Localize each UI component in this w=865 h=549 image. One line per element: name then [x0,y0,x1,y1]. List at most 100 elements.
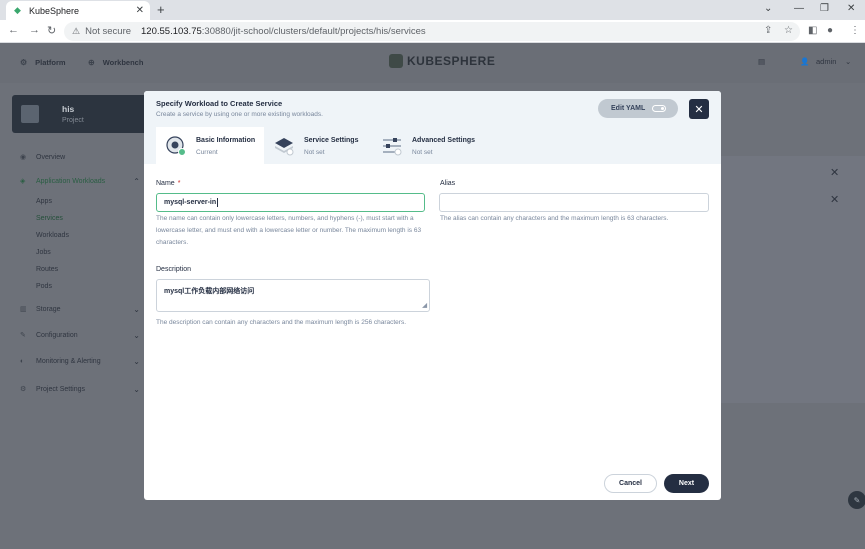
name-input[interactable]: mysql-server-in [156,193,425,212]
sidebar-item-project-settings[interactable]: ⚙ Project Settings ⌄ [20,384,140,394]
browser-tab-title: KubeSphere [29,5,80,16]
logo-mark-icon [389,54,403,68]
sidebar-item-jobs[interactable]: Jobs [36,249,51,256]
step-title: Service Settings [304,137,359,144]
modal-close-button[interactable]: ✕ [689,99,709,119]
description-help-text: The description can contain any characte… [156,319,407,326]
name-input-value: mysql-server-in [164,199,217,206]
window-close-icon[interactable]: ✕ [847,3,855,14]
platform-menu[interactable]: ⚙ Platform [20,58,66,67]
address-bar[interactable]: ⚠ Not secure 120.55.103.75:30880/jit-sch… [64,22,800,41]
project-name: his [62,104,75,114]
create-service-modal: Specify Workload to Create Service Creat… [144,91,721,500]
sidebar-item-workloads[interactable]: Workloads [36,232,69,239]
sidebar-item-pods[interactable]: Pods [36,283,52,290]
chevron-up-icon: ⌃ [133,176,140,186]
step-state: Not set [304,149,325,156]
sidebar-item-label: Storage [36,305,61,313]
description-textarea[interactable]: mysql工作负载内部网络访问 ◢ [156,279,430,312]
workbench-menu[interactable]: ⊕ Workbench [88,58,143,67]
warning-icon: ⚠ [72,26,81,36]
kubesphere-favicon-icon: ◆ [14,5,21,15]
sidebar-item-apps[interactable]: Apps [36,198,52,205]
top-navigation: ⚙ Platform ⊕ Workbench KUBESPHERE ▤ 👤 ad… [0,43,865,83]
side-panel-icon[interactable]: ◧ [808,25,817,36]
modal-title: Specify Workload to Create Service [156,99,283,108]
user-name[interactable]: admin [816,57,836,66]
resize-grip-icon[interactable]: ◢ [422,302,427,309]
advanced-settings-step-icon [383,138,402,156]
description-value: mysql工作负载内部网络访问 [164,288,255,295]
forward-icon[interactable]: → [29,24,40,36]
cancel-button[interactable]: Cancel [604,474,657,493]
kubesphere-logo[interactable]: KUBESPHERE [389,54,495,68]
configuration-icon: ✎ [20,332,26,339]
basic-info-step-icon [166,136,186,156]
step-basic-information[interactable]: Basic Information Current [156,127,264,164]
browser-toolbar: ← → ↻ ⚠ Not secure 120.55.103.75:30880/j… [0,20,865,43]
sidebar-item-label: Application Workloads [36,177,106,185]
bookmark-star-icon[interactable]: ☆ [784,25,793,36]
browser-tab-bar: ◆ KubeSphere ✕ + ⌄ — ❐ ✕ [0,0,865,20]
edit-yaml-label: Edit YAML [611,105,646,112]
user-avatar-icon[interactable]: 👤 [800,57,809,66]
app-workloads-icon: ◈ [20,178,26,185]
overview-icon: ◉ [20,154,27,161]
chevron-down-icon: ⌄ [133,357,140,366]
toggle-switch-icon [652,105,666,112]
sidebar-item-overview[interactable]: ◉ Overview [20,153,140,162]
sidebar-item-configuration[interactable]: ✎ Configuration ⌄ [20,330,140,340]
url-path: :30880/jit-school/clusters/default/proje… [201,26,426,37]
notification-icon[interactable]: ▤ [758,57,765,66]
step-title: Basic Information [196,137,256,144]
sidebar-item-label: Configuration [36,331,78,339]
step-title: Advanced Settings [412,137,476,144]
platform-label: Platform [35,58,66,67]
sidebar-item-storage[interactable]: ▥ Storage ⌄ [20,304,140,314]
more-menu-icon[interactable]: ⋮ [850,25,860,36]
reload-icon[interactable]: ↻ [47,24,56,37]
text-caret [217,198,219,207]
step-advanced-settings[interactable]: Advanced Settings Not set [372,127,492,164]
workbench-label: Workbench [102,58,144,67]
workbench-icon: ⊕ [88,58,95,67]
alias-label: Alias [440,180,456,187]
chevron-down-icon: ⌄ [133,304,140,314]
sidebar-item-routes[interactable]: Routes [36,266,58,273]
chevron-down-icon: ⌄ [133,384,140,394]
close-icon: ✕ [694,103,704,116]
close-tab-icon[interactable]: ✕ [136,5,144,16]
platform-icon: ⚙ [20,58,28,67]
edit-yaml-toggle[interactable]: Edit YAML [598,99,678,118]
description-label: Description [156,266,192,273]
close-icon[interactable]: ✕ [830,166,839,179]
browser-tab[interactable]: ◆ KubeSphere ✕ [6,1,150,20]
project-card[interactable]: his Project [12,95,152,133]
restore-icon[interactable]: ❐ [820,3,829,14]
security-label: Not secure [85,26,132,37]
alias-input[interactable] [439,193,709,212]
chevron-down-icon: ⌄ [133,330,140,340]
chevron-down-icon[interactable]: ⌄ [764,3,772,14]
sidebar-item-monitoring[interactable]: ◐ Monitoring & Alerting ⌄ [20,357,140,366]
sidebar-item-app-workloads[interactable]: ◈ Application Workloads ⌃ [20,176,140,186]
minimize-icon[interactable]: — [794,3,804,14]
profile-icon[interactable]: ● [827,25,833,36]
sidebar-item-label: Monitoring & Alerting [36,358,101,365]
share-icon[interactable]: ⇪ [764,25,772,36]
next-button[interactable]: Next [664,474,709,493]
toolbox-icon[interactable]: ✎ [848,491,865,509]
user-menu-chevron-icon[interactable]: ⌄ [845,57,851,66]
alias-help-text: The alias can contain any characters and… [440,215,669,222]
back-icon[interactable]: ← [8,24,19,36]
step-service-settings[interactable]: Service Settings Not set [264,127,374,164]
project-icon [21,105,39,123]
project-type: Project [62,117,84,124]
required-marker: * [177,180,181,187]
modal-subtitle: Create a service by using one or more ex… [156,111,323,118]
sidebar-item-services[interactable]: Services [36,215,63,222]
new-tab-icon[interactable]: + [157,2,165,17]
storage-icon: ▥ [20,306,27,313]
modal-header: Specify Workload to Create Service Creat… [144,91,721,127]
close-icon[interactable]: ✕ [830,193,839,206]
